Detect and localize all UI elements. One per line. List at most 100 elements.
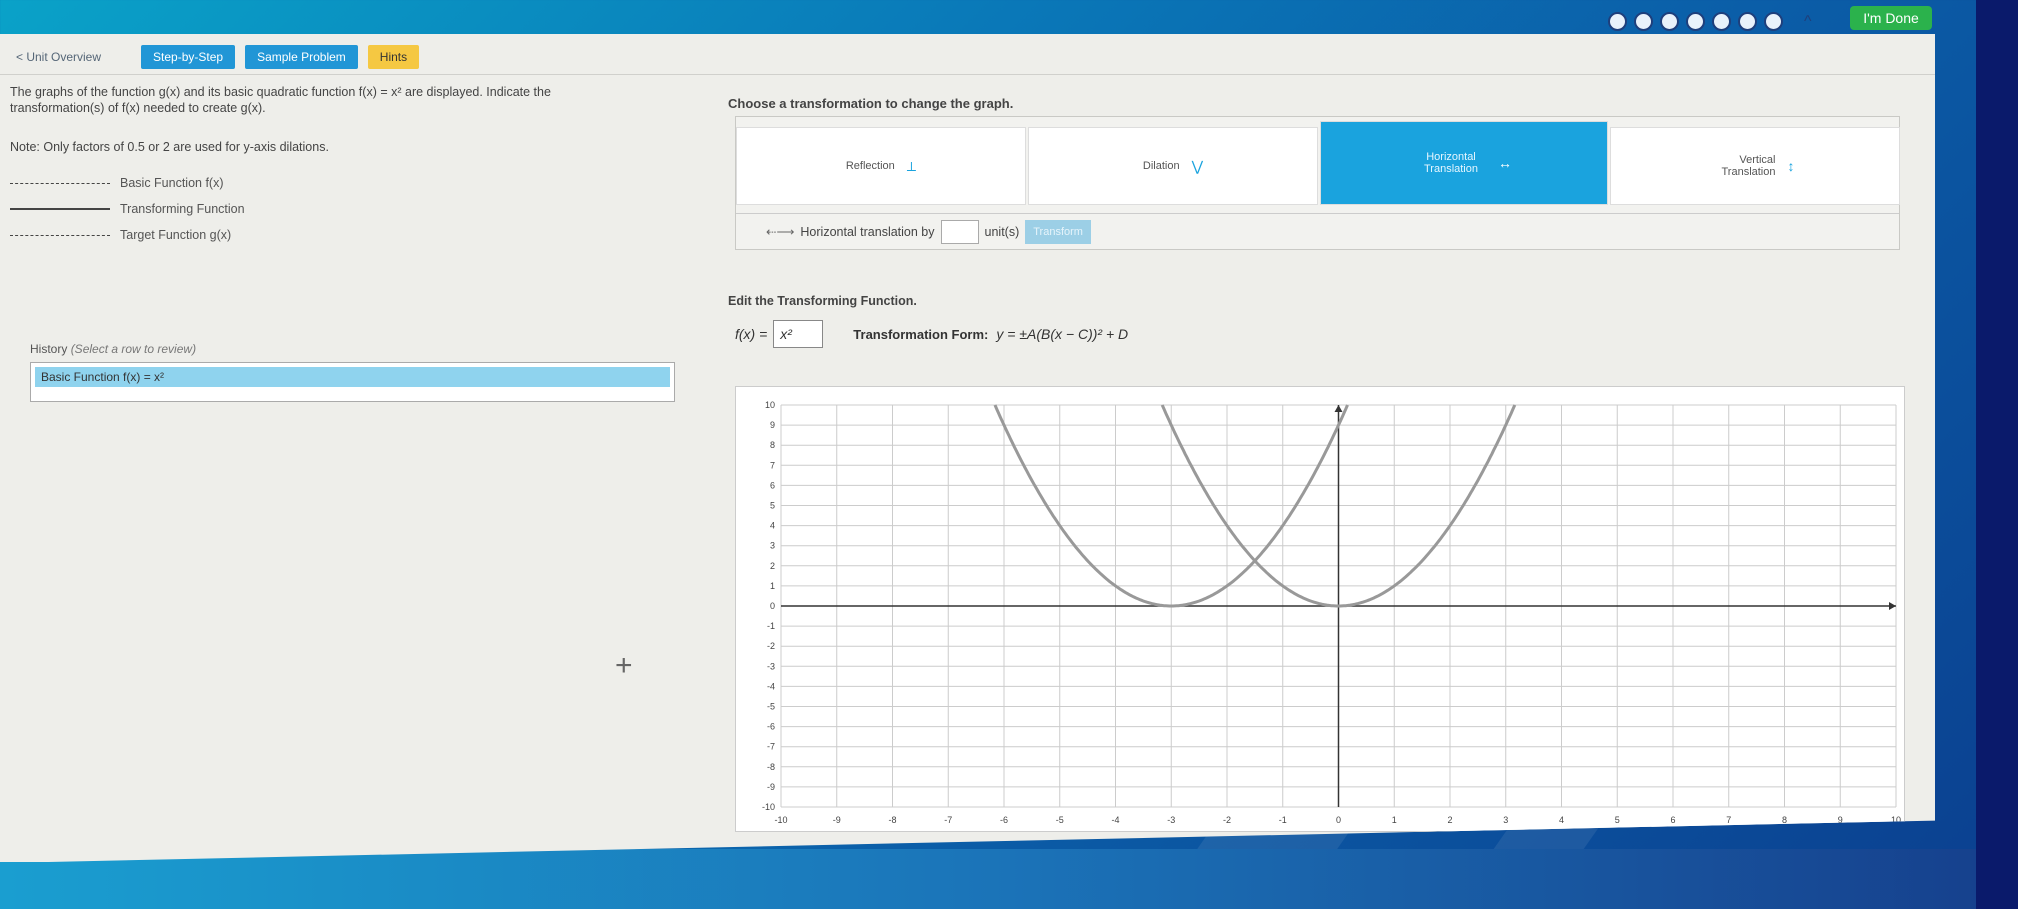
history-row[interactable]: Basic Function f(x) = x² bbox=[35, 367, 670, 387]
x-tick-label: 7 bbox=[1726, 815, 1731, 825]
x-tick-label: 6 bbox=[1670, 815, 1675, 825]
note-text: Only factors of 0.5 or 2 are used for y-… bbox=[43, 140, 329, 154]
transform-button[interactable]: Transform bbox=[1025, 219, 1091, 244]
y-tick-label: -8 bbox=[767, 762, 775, 772]
y-tick-label: 4 bbox=[770, 521, 775, 531]
function-prefix: f(x) = bbox=[735, 326, 768, 342]
coordinate-graph[interactable]: -10 -9 -8 -7 -6 -5 -4 -3 -2 -1 0 1 2 3 4 5 6 7 8 9 10-10-9-8… bbox=[736, 387, 1906, 833]
progress-step[interactable] bbox=[1712, 12, 1731, 31]
progress-step[interactable] bbox=[1634, 12, 1653, 31]
y-tick-label: 2 bbox=[770, 561, 775, 571]
x-tick-label: 1 bbox=[1392, 815, 1397, 825]
x-tick-label: -2 bbox=[1223, 815, 1231, 825]
question-text: transformation(s) of f(x) needed to crea… bbox=[10, 101, 266, 115]
y-tick-label: 3 bbox=[770, 541, 775, 551]
progress-indicator: ^ bbox=[1608, 12, 1838, 31]
progress-step[interactable] bbox=[1738, 12, 1757, 31]
y-tick-label: 0 bbox=[770, 601, 775, 611]
y-tick-label: 5 bbox=[770, 501, 775, 511]
unit-overview-link[interactable]: < Unit Overview bbox=[16, 50, 101, 64]
x-tick-label: 5 bbox=[1615, 815, 1620, 825]
graph-panel[interactable]: -10 -9 -8 -7 -6 -5 -4 -3 -2 -1 0 1 2 3 4 5 6 7 8 9 10 -10 -9 -8… bbox=[735, 386, 1905, 832]
translation-label: Horizontal translation by bbox=[800, 224, 935, 239]
history-subtitle: (Select a row to review) bbox=[70, 342, 197, 356]
y-tick-label: 7 bbox=[770, 460, 775, 470]
y-tick-label: -1 bbox=[767, 621, 775, 631]
history-panel: History (Select a row to review) Basic F… bbox=[30, 342, 675, 402]
x-tick-label: 4 bbox=[1559, 815, 1564, 825]
y-tick-label: -5 bbox=[767, 702, 775, 712]
transformation-panel: Reflection ⟂ Dilation ⋁ Horizontal Trans… bbox=[735, 116, 1900, 250]
y-tick-label: -4 bbox=[767, 681, 775, 691]
workspace: < Unit Overview Step-by-Step Sample Prob… bbox=[0, 34, 1935, 862]
progress-step[interactable] bbox=[1764, 12, 1783, 31]
vertical-translation-button[interactable]: Vertical Translation ↕ bbox=[1610, 127, 1900, 205]
tab-bar: < Unit Overview Step-by-Step Sample Prob… bbox=[0, 42, 429, 72]
legend-item: Basic Function f(x) bbox=[10, 176, 680, 190]
reflection-button[interactable]: Reflection ⟂ bbox=[736, 127, 1026, 205]
x-tick-label: -10 bbox=[774, 815, 787, 825]
legend-item: Transforming Function bbox=[10, 202, 680, 216]
legend-label: Basic Function f(x) bbox=[120, 176, 224, 190]
dilation-button[interactable]: Dilation ⋁ bbox=[1028, 127, 1318, 205]
form-label: Transformation Form: bbox=[853, 326, 989, 342]
vertical-arrows-icon: ↕ bbox=[1787, 158, 1795, 174]
x-tick-label: 2 bbox=[1447, 815, 1452, 825]
x-tick-label: -5 bbox=[1056, 815, 1064, 825]
divider bbox=[0, 74, 1935, 75]
progress-step[interactable] bbox=[1608, 12, 1627, 31]
y-tick-label: -7 bbox=[767, 742, 775, 752]
reflection-label: Reflection bbox=[845, 160, 895, 172]
tab-step-by-step[interactable]: Step-by-Step bbox=[141, 45, 236, 69]
history-title: History (Select a row to review) bbox=[30, 342, 675, 356]
y-tick-label: -10 bbox=[762, 802, 775, 812]
done-button[interactable]: I'm Done bbox=[1850, 6, 1932, 30]
chevron-up-icon[interactable]: ^ bbox=[1804, 13, 1812, 31]
x-tick-label: 0 bbox=[1336, 815, 1341, 825]
x-axis-arrow-icon bbox=[1889, 602, 1896, 610]
y-tick-label: 8 bbox=[770, 440, 775, 450]
y-tick-label: 6 bbox=[770, 480, 775, 490]
translation-amount-input[interactable] bbox=[940, 219, 979, 244]
form-equation: y = ±A(B(x − C))² + D bbox=[996, 326, 1129, 342]
transform-title: Choose a transformation to change the gr… bbox=[728, 96, 1014, 111]
horizontal-translation-button[interactable]: Horizontal Translation ↔ bbox=[1320, 121, 1608, 205]
horizontal-arrows-icon: ↔ bbox=[1498, 155, 1512, 171]
x-tick-label: -4 bbox=[1111, 815, 1119, 825]
y-tick-label: -9 bbox=[767, 782, 775, 792]
tab-hints[interactable]: Hints bbox=[367, 45, 420, 69]
x-tick-label: 8 bbox=[1782, 815, 1787, 825]
legend-label: Target Function g(x) bbox=[120, 228, 232, 242]
y-tick-label: -3 bbox=[767, 661, 775, 671]
problem-panel: The graphs of the function g(x) and its … bbox=[10, 84, 680, 242]
edit-title: Edit the Transforming Function. bbox=[728, 294, 917, 308]
note: Note: Only factors of 0.5 or 2 are used … bbox=[10, 140, 680, 154]
progress-step[interactable] bbox=[1660, 12, 1679, 31]
horizontal-translation-label: Horizontal Translation bbox=[1423, 151, 1478, 175]
question-text: The graphs of the function g(x) and its … bbox=[10, 85, 551, 99]
note-label: Note: bbox=[10, 140, 40, 154]
dilation-icon: ⋁ bbox=[1191, 157, 1204, 174]
y-axis-arrow-icon bbox=[1334, 405, 1343, 412]
crosshair-cursor-icon: + bbox=[615, 649, 633, 682]
y-tick-label: 1 bbox=[770, 581, 775, 591]
x-tick-label: -6 bbox=[1000, 815, 1008, 825]
progress-step[interactable] bbox=[1686, 12, 1705, 31]
reflection-icon: ⟂ bbox=[906, 157, 917, 174]
solid-line-swatch bbox=[10, 208, 110, 210]
x-tick-label: -1 bbox=[1279, 815, 1287, 825]
y-tick-label: -6 bbox=[767, 722, 775, 732]
x-tick-label: 9 bbox=[1838, 815, 1843, 825]
y-tick-label: 9 bbox=[770, 420, 775, 430]
dashed-line-swatch bbox=[10, 182, 110, 184]
horizontal-arrows-icon: ⇠⟶ bbox=[766, 225, 795, 239]
y-tick-label: -2 bbox=[767, 641, 775, 651]
x-tick-label: 10 bbox=[1891, 815, 1901, 825]
dashed-line-swatch bbox=[10, 234, 110, 236]
function-input[interactable]: x² bbox=[773, 320, 824, 348]
history-list: Basic Function f(x) = x² bbox=[30, 362, 675, 402]
history-heading: History bbox=[30, 342, 68, 356]
legend-label: Transforming Function bbox=[120, 202, 245, 216]
x-tick-label: -9 bbox=[833, 815, 841, 825]
tab-sample-problem[interactable]: Sample Problem bbox=[245, 45, 358, 69]
